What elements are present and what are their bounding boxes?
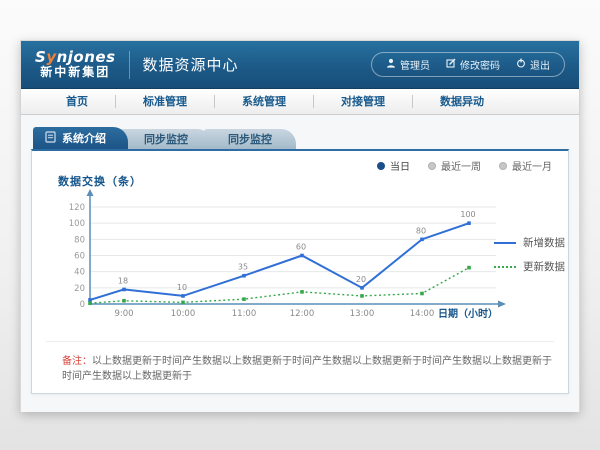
tab-sync-monitor-1[interactable]: 同步监控 — [120, 129, 212, 149]
tab-system-intro[interactable]: 系统介绍 — [33, 127, 128, 149]
svg-text:10:00: 10:00 — [171, 309, 196, 319]
svg-text:100: 100 — [69, 219, 85, 229]
radio-icon — [428, 162, 436, 170]
company-logo[interactable]: Synjones 新中新集团 — [35, 50, 116, 78]
svg-text:11:00: 11:00 — [232, 309, 257, 319]
dotted-line-swatch — [494, 266, 516, 268]
nav-item-data-change[interactable]: 数据异动 — [413, 89, 511, 114]
edit-icon — [446, 58, 456, 71]
tab-sync-monitor-2[interactable]: 同步监控 — [204, 129, 296, 149]
legend-item-update-data: 更新数据 — [494, 259, 565, 274]
svg-text:12:00: 12:00 — [290, 309, 315, 319]
document-icon — [45, 131, 56, 146]
svg-text:80: 80 — [416, 226, 426, 235]
svg-text:20: 20 — [356, 275, 366, 284]
svg-text:20: 20 — [74, 284, 85, 294]
solid-line-swatch — [494, 242, 516, 244]
content-area: 系统介绍 同步监控 同步监控 当日 最近一周 — [21, 115, 579, 412]
logo-company-name: 新中新集团 — [35, 66, 116, 79]
svg-text:80: 80 — [74, 235, 85, 245]
tab-strip: 系统介绍 同步监控 同步监控 — [33, 127, 579, 149]
logo-accent: y — [46, 48, 56, 66]
main-nav: 首页 标准管理 系统管理 对接管理 数据异动 — [21, 89, 579, 115]
svg-text:60: 60 — [296, 243, 306, 252]
svg-text:60: 60 — [74, 252, 85, 262]
current-user-button[interactable]: 管理员 — [386, 57, 430, 72]
svg-text:13:00: 13:00 — [350, 309, 375, 319]
line-chart: 0 20 40 60 80 100 120 9:00 10:00 11:00 12:00 13:00 1… — [62, 189, 567, 329]
time-range-group: 当日 最近一周 最近一月 — [377, 158, 552, 173]
header: Synjones 新中新集团 数据资源中心 管理员 修改密码 — [21, 41, 579, 89]
svg-text:35: 35 — [238, 263, 248, 272]
svg-text:18: 18 — [118, 276, 128, 285]
radio-last-week[interactable]: 最近一周 — [428, 158, 481, 173]
svg-text:14:00: 14:00 — [410, 309, 435, 319]
svg-text:120: 120 — [69, 203, 85, 213]
radio-icon — [499, 162, 507, 170]
nav-item-interface-mgmt[interactable]: 对接管理 — [314, 89, 412, 114]
app-window: Synjones 新中新集团 数据资源中心 管理员 修改密码 — [20, 40, 580, 412]
chart-legend: 新增数据 更新数据 — [494, 235, 565, 283]
change-password-button[interactable]: 修改密码 — [446, 57, 500, 72]
header-divider — [129, 51, 130, 79]
chart-y-axis-title: 数据交换（条） — [58, 173, 142, 189]
nav-item-standard-mgmt[interactable]: 标准管理 — [116, 89, 214, 114]
logo-wordmark: Synjones — [35, 50, 116, 66]
radio-today[interactable]: 当日 — [377, 158, 410, 173]
app-title: 数据资源中心 — [143, 54, 239, 75]
nav-item-home[interactable]: 首页 — [39, 89, 115, 114]
legend-item-new-data: 新增数据 — [494, 235, 565, 250]
power-icon — [516, 58, 526, 71]
radio-last-month[interactable]: 最近一月 — [499, 158, 552, 173]
logout-button[interactable]: 退出 — [516, 57, 550, 72]
header-actions: 管理员 修改密码 退出 — [371, 52, 565, 77]
svg-text:0: 0 — [80, 300, 85, 310]
user-icon — [386, 58, 396, 71]
footnote-prefix: 备注： — [62, 356, 92, 367]
footnote-text: 以上数据更新于时间产生数据以上数据更新于时间产生数据以上数据更新于时间产生数据以… — [62, 356, 552, 382]
radio-icon — [377, 162, 385, 170]
svg-text:40: 40 — [74, 268, 85, 278]
svg-text:100: 100 — [460, 210, 475, 219]
svg-text:9:00: 9:00 — [114, 309, 133, 319]
nav-item-system-mgmt[interactable]: 系统管理 — [215, 89, 313, 114]
svg-text:10: 10 — [177, 283, 187, 292]
panel-divider — [46, 341, 554, 342]
chart-panel: 当日 最近一周 最近一月 数据交换（条） 0 20 40 60 80 100 120 9:00… — [31, 149, 569, 394]
footnote: 备注：以上数据更新于时间产生数据以上数据更新于时间产生数据以上数据更新于时间产生… — [62, 354, 552, 384]
svg-text:日期（小时）: 日期（小时） — [438, 307, 498, 320]
